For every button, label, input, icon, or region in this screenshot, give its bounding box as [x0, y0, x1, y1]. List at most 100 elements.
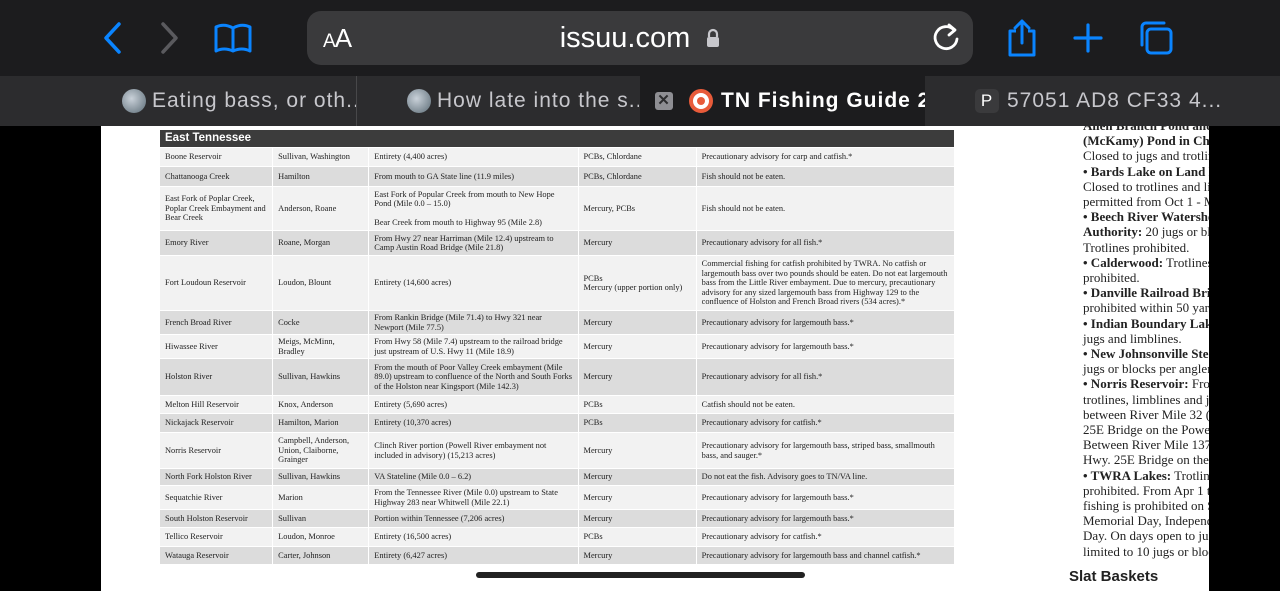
bold-text: • Danville Railroad Bridg	[1083, 285, 1209, 301]
text-line: prohibited.	[1083, 270, 1209, 285]
water-body-cell: Tellico Reservoir	[158, 527, 274, 547]
table-row: East Fork of Poplar Creek, Poplar Creek …	[158, 186, 956, 231]
plain-text: prohibited.	[1083, 270, 1140, 286]
forward-icon[interactable]	[150, 18, 190, 58]
text-line: prohibited within 50 yard	[1083, 300, 1209, 315]
portion-cell: Entirety (6,427 acres)	[368, 546, 579, 565]
county-cell: Marion	[272, 485, 370, 510]
bold-text: Authority:	[1083, 224, 1143, 240]
comments-cell: Precautionary advisory for all fish.*	[695, 230, 956, 256]
bold-text: • Calderwood:	[1083, 254, 1164, 270]
plain-text: prohibited within 50 yard	[1083, 300, 1209, 316]
county-cell: Carter, Johnson	[272, 546, 370, 565]
comments-cell: Commercial fishing for catfish prohibite…	[695, 255, 956, 311]
fish-advisory-table: East Tennessee Boone Reservoir Sullivan, …	[158, 129, 956, 565]
plain-text: trotlines, limblines and ju	[1083, 391, 1209, 407]
table-row: French Broad River Cocke From Rankin Bridg…	[158, 310, 956, 335]
county-cell: Anderson, Roane	[272, 186, 370, 231]
bold-text: • Norris Reservoir:	[1083, 376, 1189, 392]
water-body-cell: Nickajack Reservoir	[158, 413, 274, 433]
county-cell: Campbell, Anderson, Union, Claiborne, Gr…	[272, 432, 370, 469]
comments-cell: Catfish should not be eaten.	[695, 395, 956, 414]
contaminant-cell: Mercury	[577, 509, 697, 528]
tab-57051[interactable]: P 57051 AD8 CF33 4...	[975, 76, 1280, 126]
portion-cell: Entirety (16,500 acres)	[368, 527, 579, 547]
comments-cell: Precautionary advisory for largemouth ba…	[695, 310, 956, 335]
water-body-cell: Emory River	[158, 230, 274, 256]
portion-cell: From the Tennessee River (Mile 0.0) upst…	[368, 485, 579, 510]
plain-text: 20 jugs or blo	[1145, 224, 1209, 240]
bold-text: • Bards Lake on Land Bet	[1083, 163, 1209, 179]
horizontal-scrollbar[interactable]	[476, 572, 805, 578]
table-row: Emory River Roane, Morgan From Hwy 27 near…	[158, 230, 956, 256]
table-row: Hiwassee River Meigs, McMinn, Bradley From…	[158, 334, 956, 359]
portion-cell: From the mouth of Poor Valley Creek emba…	[368, 358, 579, 396]
reload-icon[interactable]	[931, 22, 961, 59]
tab-label: How late into the s...	[437, 89, 639, 112]
close-tab-icon[interactable]: ✕	[655, 92, 673, 110]
region-header-row: East Tennessee	[159, 129, 955, 148]
text-line: between River Mile 32 (F	[1083, 407, 1209, 422]
comments-cell: Precautionary advisory for catfish.*	[695, 413, 956, 433]
county-cell: Hamilton, Marion	[272, 413, 370, 433]
county-cell: Knox, Anderson	[272, 395, 370, 414]
bookmarks-icon[interactable]	[210, 18, 256, 58]
plain-text: permitted from Oct 1 - M	[1083, 194, 1209, 210]
table-row: Fort Loudoun Reservoir Loudon, Blount Enti…	[158, 255, 956, 311]
regulations-text: Allen Branch Pond and(McKamy) Pond in Ch…	[1083, 126, 1209, 559]
portion-cell: From Rankin Bridge (Mile 71.4) to Hwy 32…	[368, 310, 579, 335]
plain-text: 25E Bridge on the Powell	[1083, 422, 1209, 438]
lock-icon	[706, 23, 720, 56]
text-line: permitted from Oct 1 - M	[1083, 194, 1209, 209]
browser-toolbar: AA issuu.com	[0, 0, 1280, 76]
address-bar[interactable]: AA issuu.com	[307, 11, 973, 65]
new-tab-icon[interactable]	[1068, 18, 1108, 58]
p-favicon-icon: P	[975, 89, 999, 113]
contaminant-cell: Mercury	[577, 546, 697, 565]
url-display[interactable]: issuu.com	[307, 22, 973, 56]
table-row: Norris Reservoir Campbell, Anderson, Unio…	[158, 432, 956, 469]
tab-tn-fishing-guide[interactable]: ✕ TN Fishing Guide 2...	[640, 76, 925, 126]
tab-eating-bass[interactable]: Eating bass, or oth...	[122, 76, 356, 126]
text-line: jugs or blocks per angler.	[1083, 361, 1209, 376]
text-line: Trotlines prohibited.	[1083, 240, 1209, 255]
water-body-cell: Melton Hill Reservoir	[158, 395, 274, 414]
text-line: Day. On days open to jug	[1083, 528, 1209, 543]
contaminant-cell: PCBs	[577, 527, 697, 547]
water-body-cell: Norris Reservoir	[158, 432, 274, 469]
tab-how-late[interactable]: How late into the s...	[407, 76, 639, 126]
share-icon[interactable]	[1002, 18, 1042, 58]
water-body-cell: Boone Reservoir	[158, 147, 274, 167]
text-line: Between River Mile 137 (	[1083, 437, 1209, 452]
plain-text: jugs and limblines.	[1083, 330, 1182, 346]
bold-text: • Beech River Watershed	[1083, 209, 1209, 225]
county-cell: Loudon, Monroe	[272, 527, 370, 547]
contaminant-cell: Mercury	[577, 432, 697, 469]
plain-text: prohibited. From Apr 1 t	[1083, 482, 1209, 498]
portion-cell: Entirety (5,690 acres)	[368, 395, 579, 414]
plain-text: From J	[1191, 376, 1209, 392]
text-line: limited to 10 jugs or bloc	[1083, 544, 1209, 559]
portion-cell: From mouth to GA State line (11.9 miles)	[368, 166, 579, 187]
text-line: • Danville Railroad Bridg	[1083, 285, 1209, 300]
tabs-overview-icon[interactable]	[1136, 18, 1176, 58]
comments-cell: Do not eat the fish. Advisory goes to TN…	[695, 468, 956, 486]
county-cell: Loudon, Blount	[272, 255, 370, 311]
contaminant-cell: Mercury	[577, 358, 697, 396]
contaminant-cell: Mercury	[577, 485, 697, 510]
county-cell: Meigs, McMinn, Bradley	[272, 334, 370, 359]
water-body-cell: Sequatchie River	[158, 485, 274, 510]
region-header: East Tennessee	[159, 129, 955, 148]
back-icon[interactable]	[92, 18, 132, 58]
table-row: Holston River Sullivan, Hawkins From the m…	[158, 358, 956, 396]
comments-cell: Precautionary advisory for catfish.*	[695, 527, 956, 547]
page-content[interactable]: East Tennessee Boone Reservoir Sullivan, …	[0, 126, 1280, 591]
plain-text: Trotlines	[1174, 467, 1209, 483]
bold-text: • TWRA Lakes:	[1083, 467, 1172, 483]
water-body-cell: French Broad River	[158, 310, 274, 335]
tab-label: 57051 AD8 CF33 4...	[1007, 89, 1223, 112]
county-cell: Hamilton	[272, 166, 370, 187]
county-cell: Sullivan, Hawkins	[272, 468, 370, 486]
water-body-cell: South Holston Reservoir	[158, 509, 274, 528]
contaminant-cell: PCBs Mercury (upper portion only)	[577, 255, 697, 311]
